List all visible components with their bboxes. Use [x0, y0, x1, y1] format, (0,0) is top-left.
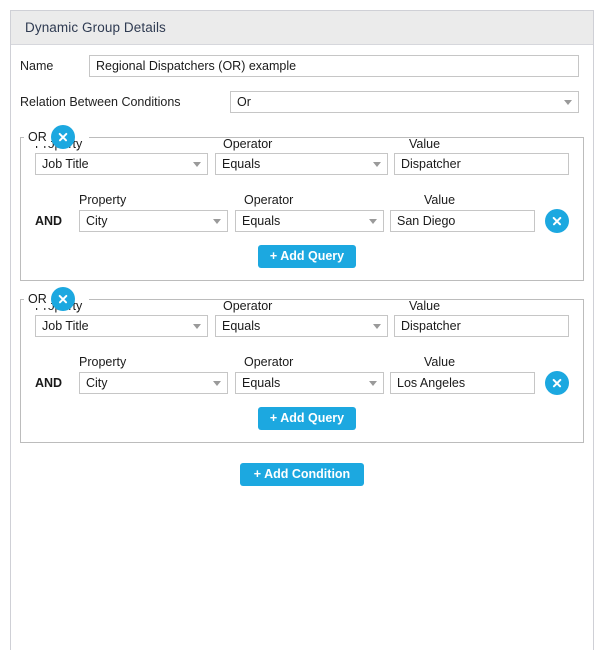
operator-selected-value: Equals	[242, 376, 281, 390]
value-input[interactable]	[390, 210, 535, 232]
remove-condition-button[interactable]	[50, 125, 75, 149]
operator-select[interactable]: Equals	[215, 153, 388, 175]
condition-legend: OR	[26, 287, 75, 311]
property-select[interactable]: Job Title	[35, 153, 208, 175]
operator-column-header: Operator	[244, 193, 294, 207]
sub-query-joiner-label: AND	[35, 376, 63, 390]
name-row: Name	[20, 49, 584, 83]
operator-select[interactable]: Equals	[235, 372, 384, 394]
value-input[interactable]	[394, 153, 569, 175]
property-select[interactable]: City	[79, 210, 228, 232]
chevron-down-icon	[213, 381, 221, 386]
chevron-down-icon	[373, 324, 381, 329]
chevron-down-icon	[213, 219, 221, 224]
condition-joiner-label: OR	[26, 128, 51, 146]
property-selected-value: Job Title	[42, 319, 89, 333]
query-column-headers: Property Operator Value	[35, 299, 569, 313]
property-select[interactable]: City	[79, 372, 228, 394]
page-title: Dynamic Group Details	[25, 20, 166, 35]
add-query-button[interactable]: + Add Query	[257, 407, 357, 430]
name-label: Name	[20, 59, 54, 73]
add-query-row: + Add Query	[35, 407, 569, 430]
group-name-input[interactable]	[89, 55, 579, 77]
dynamic-group-details-panel: Dynamic Group Details Name Relation Betw…	[10, 10, 594, 650]
sub-query-column-headers: Property Operator Value	[35, 355, 569, 369]
chevron-down-icon	[193, 324, 201, 329]
relation-between-conditions-label: Relation Between Conditions	[20, 95, 181, 109]
value-column-header: Value	[424, 193, 456, 207]
chevron-down-icon	[369, 381, 377, 386]
chevron-down-icon	[564, 100, 572, 105]
relation-row: Relation Between Conditions Or	[20, 85, 584, 119]
add-query-button[interactable]: + Add Query	[257, 245, 357, 268]
chevron-down-icon	[193, 162, 201, 167]
panel-body: Name Relation Between Conditions Or OR P…	[11, 49, 593, 486]
operator-selected-value: Equals	[222, 157, 261, 171]
remove-query-button[interactable]	[545, 371, 569, 395]
value-column-header: Value	[409, 299, 441, 313]
condition-joiner-label: OR	[26, 290, 51, 308]
property-selected-value: City	[86, 376, 108, 390]
sub-query-column-headers: Property Operator Value	[35, 193, 569, 207]
chevron-down-icon	[369, 219, 377, 224]
chevron-down-icon	[373, 162, 381, 167]
value-column-header: Value	[409, 137, 441, 151]
query-column-headers: Property Operator Value	[35, 137, 569, 151]
relation-selected-value: Or	[237, 95, 251, 109]
operator-selected-value: Equals	[242, 214, 281, 228]
value-column-header: Value	[424, 355, 456, 369]
sub-query-joiner-label: AND	[35, 214, 63, 228]
add-query-row: + Add Query	[35, 245, 569, 268]
operator-selected-value: Equals	[222, 319, 261, 333]
property-selected-value: City	[86, 214, 108, 228]
property-select[interactable]: Job Title	[35, 315, 208, 337]
operator-column-header: Operator	[223, 137, 273, 151]
operator-select[interactable]: Equals	[235, 210, 384, 232]
remove-query-button[interactable]	[545, 209, 569, 233]
condition-block: OR Property Operator Value Job Title Equ…	[20, 125, 584, 281]
condition-block: OR Property Operator Value Job Title Equ…	[20, 287, 584, 443]
value-input[interactable]	[394, 315, 569, 337]
relation-between-conditions-select[interactable]: Or	[230, 91, 579, 113]
query-row: Job Title Equals	[35, 315, 569, 337]
query-row: Job Title Equals	[35, 153, 569, 175]
sub-query-row: AND City Equals	[35, 209, 569, 233]
property-selected-value: Job Title	[42, 157, 89, 171]
remove-condition-button[interactable]	[50, 287, 75, 311]
value-input[interactable]	[390, 372, 535, 394]
property-column-header: Property	[79, 355, 127, 369]
add-condition-button[interactable]: + Add Condition	[239, 463, 365, 486]
property-column-header: Property	[79, 193, 127, 207]
add-condition-row: + Add Condition	[20, 463, 584, 486]
condition-legend: OR	[26, 125, 75, 149]
sub-query-row: AND City Equals	[35, 371, 569, 395]
operator-column-header: Operator	[223, 299, 273, 313]
panel-header: Dynamic Group Details	[11, 11, 593, 45]
operator-column-header: Operator	[244, 355, 294, 369]
operator-select[interactable]: Equals	[215, 315, 388, 337]
